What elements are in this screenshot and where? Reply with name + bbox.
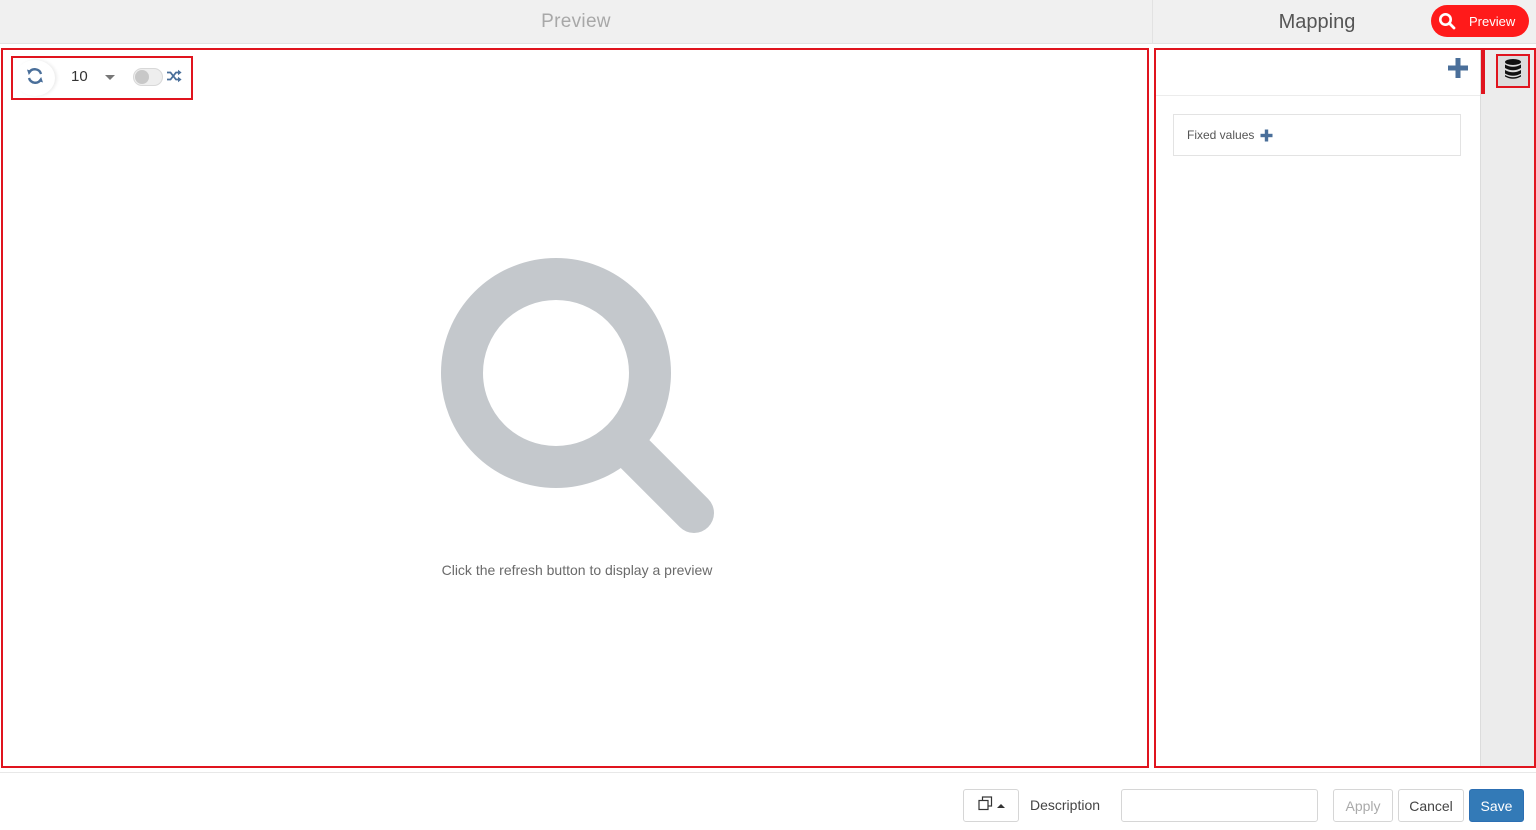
empty-preview-message: Click the refresh button to display a pr… xyxy=(441,562,713,578)
caret-up-icon xyxy=(996,803,1005,808)
shuffle-icon xyxy=(166,69,182,88)
footer-bar: Description Apply Cancel Save xyxy=(0,772,1536,830)
random-sample-toggle[interactable] xyxy=(133,68,163,86)
toggle-knob xyxy=(135,70,149,84)
data-source-button[interactable] xyxy=(1496,54,1530,88)
search-icon xyxy=(439,258,719,543)
search-icon xyxy=(1431,5,1463,37)
preview-title: Preview xyxy=(541,10,611,32)
copy-icon xyxy=(977,795,993,816)
preview-button-label: Preview xyxy=(1469,13,1516,29)
preview-toggle-button[interactable]: Preview xyxy=(1431,5,1529,37)
plus-icon xyxy=(1260,129,1273,141)
preview-panel: 10 Click the refresh button to display a… xyxy=(1,48,1149,768)
mapping-side-strip xyxy=(1480,50,1534,766)
sample-count-select[interactable]: 10 xyxy=(71,68,88,85)
fixed-values-section: Fixed values xyxy=(1173,114,1461,156)
copy-dropdown-button[interactable] xyxy=(963,789,1019,822)
mapping-header: Mapping Preview xyxy=(1152,0,1536,44)
save-button[interactable]: Save xyxy=(1469,789,1524,822)
add-fixed-value-button[interactable] xyxy=(1260,129,1273,142)
active-tab-indicator xyxy=(1481,50,1485,94)
description-input[interactable] xyxy=(1121,789,1318,822)
plus-icon xyxy=(1447,57,1469,84)
cancel-button[interactable]: Cancel xyxy=(1398,789,1464,822)
apply-button[interactable]: Apply xyxy=(1333,789,1393,822)
mapping-panel: Fixed values xyxy=(1154,48,1536,768)
fixed-values-label: Fixed values xyxy=(1187,128,1255,142)
app-root: Preview Mapping Preview 10 Click the ref… xyxy=(0,0,1536,830)
mapping-toolbar xyxy=(1156,50,1480,96)
chevron-down-icon[interactable] xyxy=(105,75,115,80)
database-icon xyxy=(1503,58,1523,85)
refresh-icon xyxy=(25,66,45,91)
preview-header: Preview xyxy=(0,0,1152,44)
add-mapping-button[interactable] xyxy=(1446,57,1470,84)
preview-toolbar: 10 xyxy=(11,56,193,100)
description-label: Description xyxy=(1030,797,1101,813)
refresh-button[interactable] xyxy=(15,60,55,96)
